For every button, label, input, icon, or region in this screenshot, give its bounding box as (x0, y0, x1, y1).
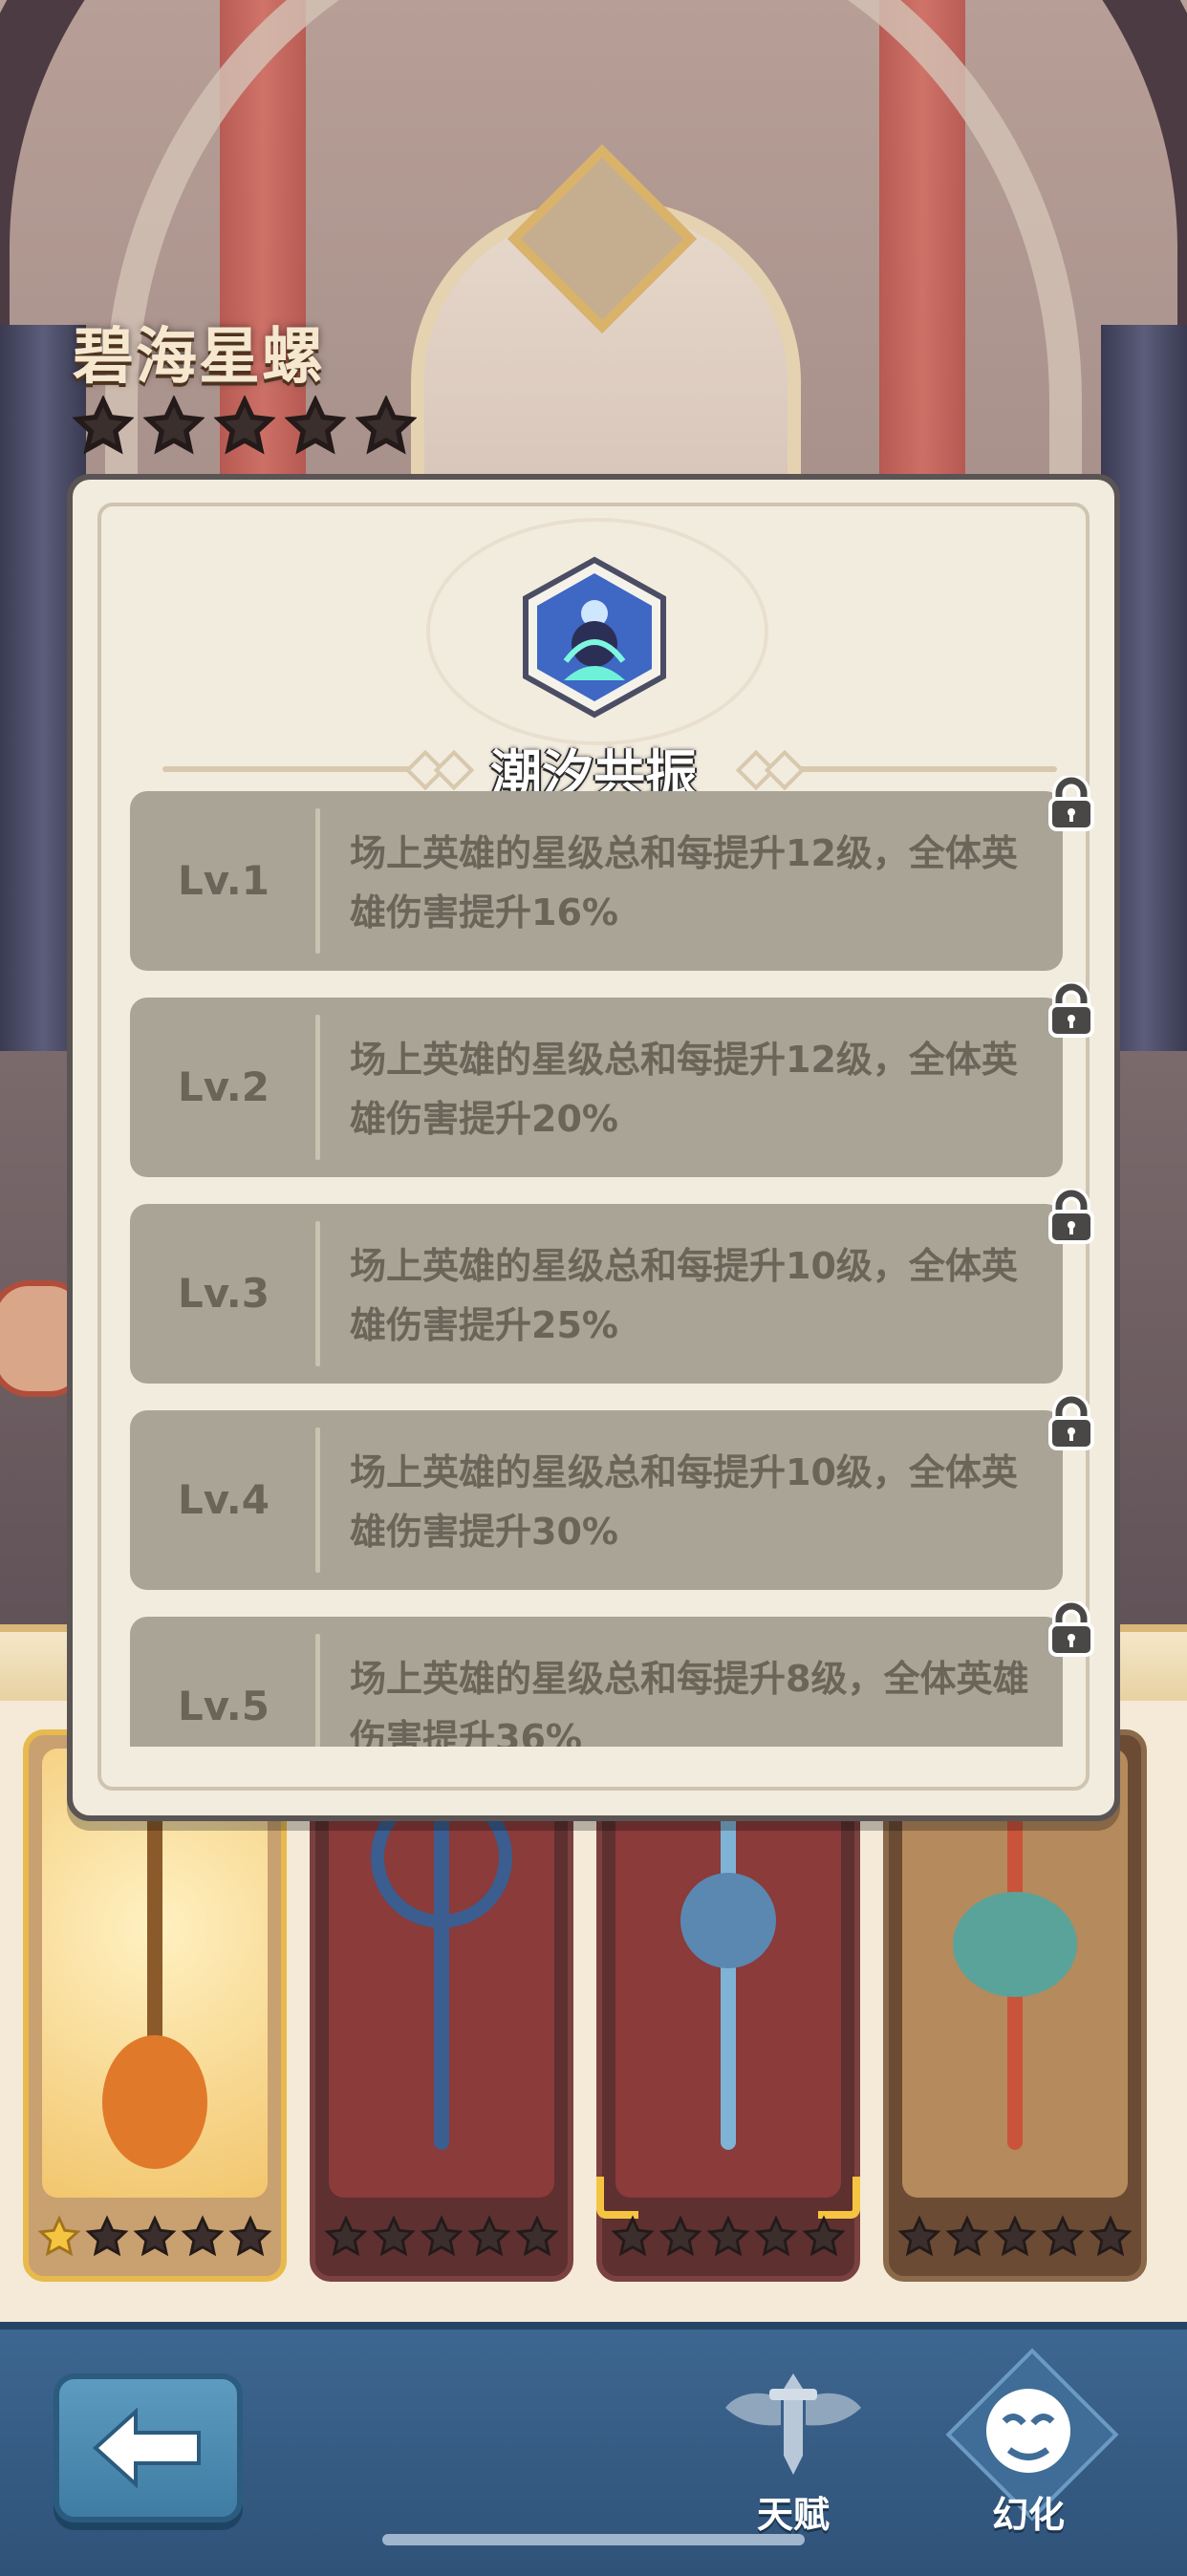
level-row: Lv.4 场上英雄的星级总和每提升10级，全体英雄伤害提升30% (130, 1410, 1063, 1590)
level-description: 场上英雄的星级总和每提升12级，全体英雄伤害提升16% (350, 832, 1018, 934)
level-divider (315, 808, 320, 954)
star-icon (285, 396, 346, 455)
star-icon (85, 2215, 129, 2257)
star-icon (658, 2215, 702, 2257)
level-row: Lv.1 场上英雄的星级总和每提升12级，全体英雄伤害提升16% (130, 791, 1063, 971)
level-label: Lv.2 (178, 1063, 270, 1110)
lock-icon (1048, 1395, 1094, 1450)
star-icon (1089, 2215, 1133, 2257)
level-divider (315, 1221, 320, 1366)
back-button[interactable] (54, 2373, 243, 2522)
selection-corner (596, 2177, 638, 2219)
orb-icon (680, 1873, 776, 1968)
level-divider (315, 1428, 320, 1573)
lock-icon (1048, 776, 1094, 831)
back-arrow-icon (93, 2408, 201, 2488)
hero-star-rating (73, 396, 417, 457)
star-icon (945, 2215, 989, 2257)
level-row: Lv.3 场上英雄的星级总和每提升10级，全体英雄伤害提升25% (130, 1204, 1063, 1384)
star-icon (706, 2215, 750, 2257)
star-icon (467, 2215, 511, 2257)
lock-icon (1048, 982, 1094, 1038)
level-description: 场上英雄的星级总和每提升8级，全体英雄伤害提升36% (350, 1658, 1029, 1747)
star-icon (228, 2215, 272, 2257)
star-icon (37, 2215, 81, 2257)
star-icon (754, 2215, 798, 2257)
level-description: 场上英雄的星级总和每提升10级，全体英雄伤害提升30% (350, 1451, 1018, 1553)
star-icon (993, 2215, 1037, 2257)
star-icon (897, 2215, 941, 2257)
star-icon (133, 2215, 177, 2257)
level-divider (315, 1015, 320, 1160)
star-icon (802, 2215, 846, 2257)
selection-corner (818, 2177, 860, 2219)
star-icon (611, 2215, 655, 2257)
fish-head-icon (953, 1892, 1077, 1997)
level-list[interactable]: Lv.1 场上英雄的星级总和每提升12级，全体英雄伤害提升16% Lv.2 场上… (130, 791, 1063, 1747)
broom-head-icon (102, 2035, 207, 2169)
winged-sword-icon (725, 2373, 861, 2475)
star-icon (372, 2215, 416, 2257)
star-icon (214, 396, 275, 455)
card-star-rating (889, 2215, 1141, 2259)
tab-morph[interactable]: 幻化 (942, 2348, 1119, 2542)
level-description: 场上英雄的星级总和每提升12级，全体英雄伤害提升20% (350, 1039, 1018, 1140)
card-star-rating (29, 2215, 281, 2259)
mask-icon (986, 2389, 1070, 2473)
level-label: Lv.1 (178, 857, 270, 904)
level-row: Lv.2 场上英雄的星级总和每提升12级，全体英雄伤害提升20% (130, 998, 1063, 1177)
tab-morph-label: 幻化 (991, 2494, 1065, 2536)
tab-talent[interactable]: 天赋 (707, 2370, 879, 2542)
star-icon (324, 2215, 368, 2257)
level-label: Lv.3 (178, 1270, 270, 1317)
lock-icon (1048, 1189, 1094, 1244)
card-star-rating (602, 2215, 854, 2259)
skill-detail-popup[interactable]: 潮汐共振 Lv.1 场上英雄的星级总和每提升12级，全体英雄伤害提升16% Lv… (67, 474, 1120, 1821)
star-icon (143, 396, 205, 455)
level-description: 场上英雄的星级总和每提升10级，全体英雄伤害提升25% (350, 1245, 1018, 1346)
tab-talent-label: 天赋 (756, 2494, 830, 2536)
tide-resonance-skill-icon (523, 556, 666, 719)
hero-name: 碧海星螺 (73, 322, 325, 393)
star-icon (73, 396, 134, 455)
star-icon (181, 2215, 225, 2257)
star-icon (356, 396, 417, 455)
star-icon (515, 2215, 559, 2257)
level-label: Lv.5 (178, 1683, 270, 1729)
level-row: Lv.5 场上英雄的星级总和每提升8级，全体英雄伤害提升36% (130, 1617, 1063, 1747)
star-icon (1041, 2215, 1085, 2257)
level-divider (315, 1634, 320, 1747)
card-star-rating (315, 2215, 568, 2259)
trident-staff-icon (721, 1806, 736, 2150)
star-icon (420, 2215, 464, 2257)
lock-icon (1048, 1601, 1094, 1657)
home-indicator[interactable] (382, 2534, 805, 2545)
level-label: Lv.4 (178, 1476, 270, 1523)
